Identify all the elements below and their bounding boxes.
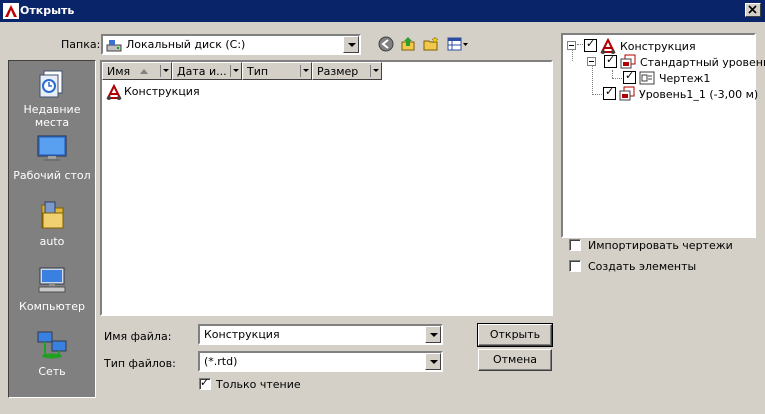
place-desktop[interactable]: Рабочий стол	[9, 133, 95, 182]
places-bar: Недавние места Рабочий стол auto Компьют…	[8, 60, 96, 398]
place-label: Сеть	[38, 365, 66, 378]
column-header-date[interactable]: Дата и...	[172, 62, 242, 80]
structure-icon	[600, 38, 616, 54]
filetype-dropdown-button[interactable]	[425, 353, 441, 370]
column-header-size[interactable]: Размер	[312, 62, 382, 80]
readonly-checkbox[interactable]	[199, 376, 211, 390]
create-elements-label: Создать элементы	[588, 260, 697, 273]
tree-label: Стандартный уровень	[640, 56, 765, 69]
drawing-icon	[639, 71, 655, 85]
place-recent[interactable]: Недавние места	[9, 67, 95, 129]
folder-value: Локальный диск (C:)	[126, 38, 246, 51]
filename-value: Конструкция	[204, 328, 280, 341]
back-icon[interactable]	[378, 36, 394, 52]
filename-label: Имя файла:	[104, 330, 172, 343]
window-title: Открыть	[20, 4, 75, 17]
place-network[interactable]: Сеть	[9, 329, 95, 378]
file-name: Конструкция	[124, 85, 200, 98]
create-elements-checkbox[interactable]	[569, 260, 581, 272]
place-label: Компьютер	[19, 300, 85, 313]
collapse-icon[interactable]	[567, 41, 576, 50]
column-date-label: Дата и...	[177, 65, 227, 78]
network-icon	[37, 331, 67, 359]
column-header-name[interactable]: Имя	[102, 62, 172, 80]
user-folder-icon	[41, 201, 64, 229]
tree-label: Уровень1_1 (-3,00 м)	[639, 88, 759, 101]
view-menu-icon[interactable]	[447, 36, 469, 52]
up-folder-icon[interactable]	[400, 36, 416, 52]
filename-dropdown-button[interactable]	[425, 326, 441, 343]
place-user-folder[interactable]: auto	[9, 199, 95, 248]
local-disk-icon	[106, 40, 122, 52]
column-date-menu-button[interactable]	[230, 65, 240, 77]
tree-checkbox[interactable]	[604, 53, 617, 68]
structure-file-icon	[106, 84, 122, 100]
column-type-label: Тип	[247, 65, 269, 78]
recent-places-icon	[39, 70, 63, 98]
desktop-icon	[37, 135, 67, 161]
import-drawings-label: Импортировать чертежи	[588, 239, 733, 252]
title-bar: Открыть	[0, 0, 765, 22]
tree-node-root[interactable]: Конструкция	[567, 37, 752, 54]
column-name-label: Имя	[107, 65, 131, 78]
tree-checkbox[interactable]	[603, 85, 616, 100]
tree-label: Чертеж1	[659, 72, 711, 85]
new-folder-icon[interactable]	[423, 36, 439, 52]
place-computer[interactable]: Компьютер	[9, 264, 95, 313]
close-icon	[748, 5, 757, 14]
tree-node-drawing[interactable]: Чертеж1	[623, 69, 752, 86]
level-icon	[619, 86, 635, 101]
filetype-select[interactable]: (*.rtd)	[198, 351, 443, 372]
column-type-menu-button[interactable]	[300, 65, 310, 77]
folder-label: Папка:	[61, 38, 101, 51]
open-button[interactable]: Открыть	[477, 323, 553, 347]
tree-checkbox[interactable]	[584, 37, 597, 52]
app-icon	[3, 3, 19, 19]
filename-input[interactable]: Конструкция	[198, 324, 443, 345]
folder-dropdown-button[interactable]	[343, 36, 359, 53]
sort-ascending-icon	[140, 69, 148, 74]
column-header-type[interactable]: Тип	[242, 62, 312, 80]
collapse-icon[interactable]	[587, 57, 596, 66]
computer-icon	[38, 267, 66, 293]
file-list[interactable]: Имя Дата и... Тип Размер Конструкция	[100, 60, 553, 316]
place-label: auto	[39, 235, 65, 248]
readonly-label: Только чтение	[216, 378, 301, 391]
column-size-menu-button[interactable]	[370, 65, 380, 77]
folder-select[interactable]: Локальный диск (C:)	[101, 34, 361, 55]
tree-node-standard-level[interactable]: Стандартный уровень	[587, 53, 765, 70]
place-label: Рабочий стол	[13, 169, 91, 182]
structure-tree[interactable]: Конструкция Стандартный уровень Чертеж1	[561, 33, 765, 238]
filetype-value: (*.rtd)	[204, 355, 238, 368]
tree-label: Конструкция	[620, 40, 696, 53]
level-icon	[620, 54, 636, 69]
tree-node-level-1-1[interactable]: Уровень1_1 (-3,00 м)	[603, 85, 758, 102]
import-drawings-checkbox[interactable]	[569, 239, 581, 251]
tree-checkbox[interactable]	[623, 69, 636, 84]
column-name-menu-button[interactable]	[160, 65, 170, 77]
filetype-label: Тип файлов:	[104, 357, 176, 370]
place-label: Недавние места	[23, 103, 81, 129]
close-button[interactable]	[745, 3, 761, 17]
column-size-label: Размер	[317, 65, 359, 78]
cancel-button[interactable]: Отмена	[478, 349, 552, 371]
